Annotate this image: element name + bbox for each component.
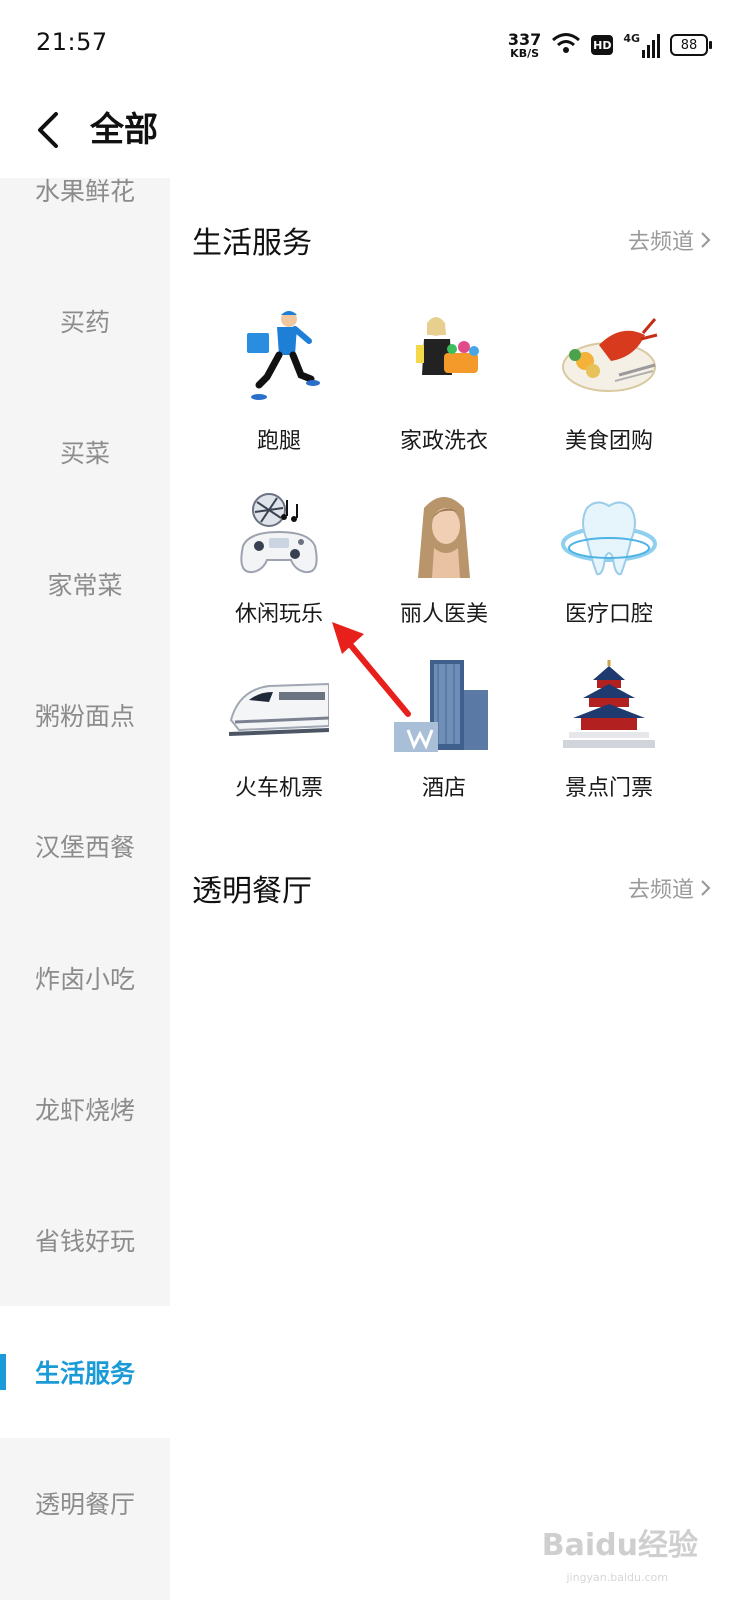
sidebar-item-fruit-flowers[interactable]: 水果鲜花	[0, 178, 170, 220]
title-bar: 全部	[0, 90, 738, 178]
go-to-channel-link[interactable]: 去频道	[628, 872, 712, 904]
chevron-right-icon	[701, 880, 711, 896]
service-label: 火车机票	[234, 776, 323, 801]
high-speed-train-icon	[228, 660, 330, 760]
status-icons: 337 KB/S HD 4G 88	[507, 28, 712, 62]
baidu-jingyan-watermark: Baidu经验	[541, 1528, 698, 1563]
service-food-group-buy[interactable]: 美食团购	[529, 305, 689, 455]
service-label: 家政洗衣	[399, 429, 488, 454]
service-errand[interactable]: 跑腿	[199, 305, 359, 455]
sidebar-item-lobster-bbq[interactable]: 龙虾烧烤	[0, 1079, 170, 1139]
section-header-transparent-restaurant: 透明餐厅 去频道	[192, 866, 712, 916]
service-medical-dental[interactable]: 医疗口腔	[529, 488, 689, 638]
hd-icon: HD	[591, 35, 614, 55]
watermark-url: jingyan.baidu.com	[566, 1571, 668, 1584]
service-attraction-tickets[interactable]: 景点门票	[529, 660, 689, 810]
channel-link-label: 去频道	[627, 230, 694, 255]
service-label: 医疗口腔	[564, 602, 653, 627]
service-label: 酒店	[421, 776, 466, 801]
channel-link-label: 去频道	[627, 878, 694, 903]
battery-icon: 88	[670, 34, 712, 56]
page-title: 全部	[90, 110, 158, 150]
annotation-arrow	[332, 622, 411, 717]
service-label: 美食团购	[564, 429, 653, 454]
network-speed-unit: KB/S	[510, 46, 540, 60]
section-title: 生活服务	[192, 226, 312, 261]
sidebar-item-transparent-restaurant[interactable]: 透明餐厅	[0, 1473, 170, 1533]
tooth-icon	[559, 488, 659, 588]
network-speed-value: 337	[507, 29, 542, 49]
section-title: 透明餐厅	[192, 874, 312, 909]
network-type: 4G	[623, 32, 640, 45]
wifi-icon	[551, 31, 581, 59]
housekeeping-cleaner-icon	[394, 305, 494, 405]
signal-icon: 4G	[623, 32, 660, 58]
temple-of-heaven-icon	[559, 660, 659, 760]
service-label: 景点门票	[564, 776, 653, 801]
section-header-life-services: 生活服务 去频道	[192, 218, 712, 268]
back-button[interactable]	[28, 100, 68, 160]
sidebar-item-save-money[interactable]: 省钱好玩	[0, 1210, 170, 1270]
category-sidebar: 水果鲜花 买药 买菜 家常菜 粥粉面点 汉堡西餐 炸卤小吃 龙虾烧烤 省钱好玩 …	[0, 178, 170, 1600]
errand-courier-icon	[229, 305, 329, 405]
sidebar-item-life-services[interactable]: 生活服务	[0, 1342, 170, 1402]
service-label: 跑腿	[256, 429, 301, 454]
back-arrow-icon	[38, 112, 58, 148]
food-lobster-plate-icon	[559, 305, 659, 405]
sidebar-item-snacks[interactable]: 炸卤小吃	[0, 948, 170, 1008]
sidebar-item-home-cooking[interactable]: 家常菜	[0, 554, 170, 614]
go-to-channel-link[interactable]: 去频道	[628, 224, 712, 256]
chevron-right-icon	[701, 232, 711, 248]
sidebar-item-medicine[interactable]: 买药	[0, 291, 170, 351]
network-speed: 337 KB/S	[507, 29, 542, 60]
beauty-woman-portrait-icon	[394, 488, 494, 588]
service-housekeeping-laundry[interactable]: 家政洗衣	[364, 305, 524, 455]
status-time: 21:57	[36, 28, 108, 56]
sidebar-item-noodles-congee[interactable]: 粥粉面点	[0, 685, 170, 745]
sidebar-item-western-food[interactable]: 汉堡西餐	[0, 816, 170, 876]
game-controller-icon	[229, 488, 329, 588]
status-bar: 21:57 337 KB/S HD 4G 88	[0, 0, 738, 90]
sidebar-item-groceries[interactable]: 买菜	[0, 422, 170, 482]
